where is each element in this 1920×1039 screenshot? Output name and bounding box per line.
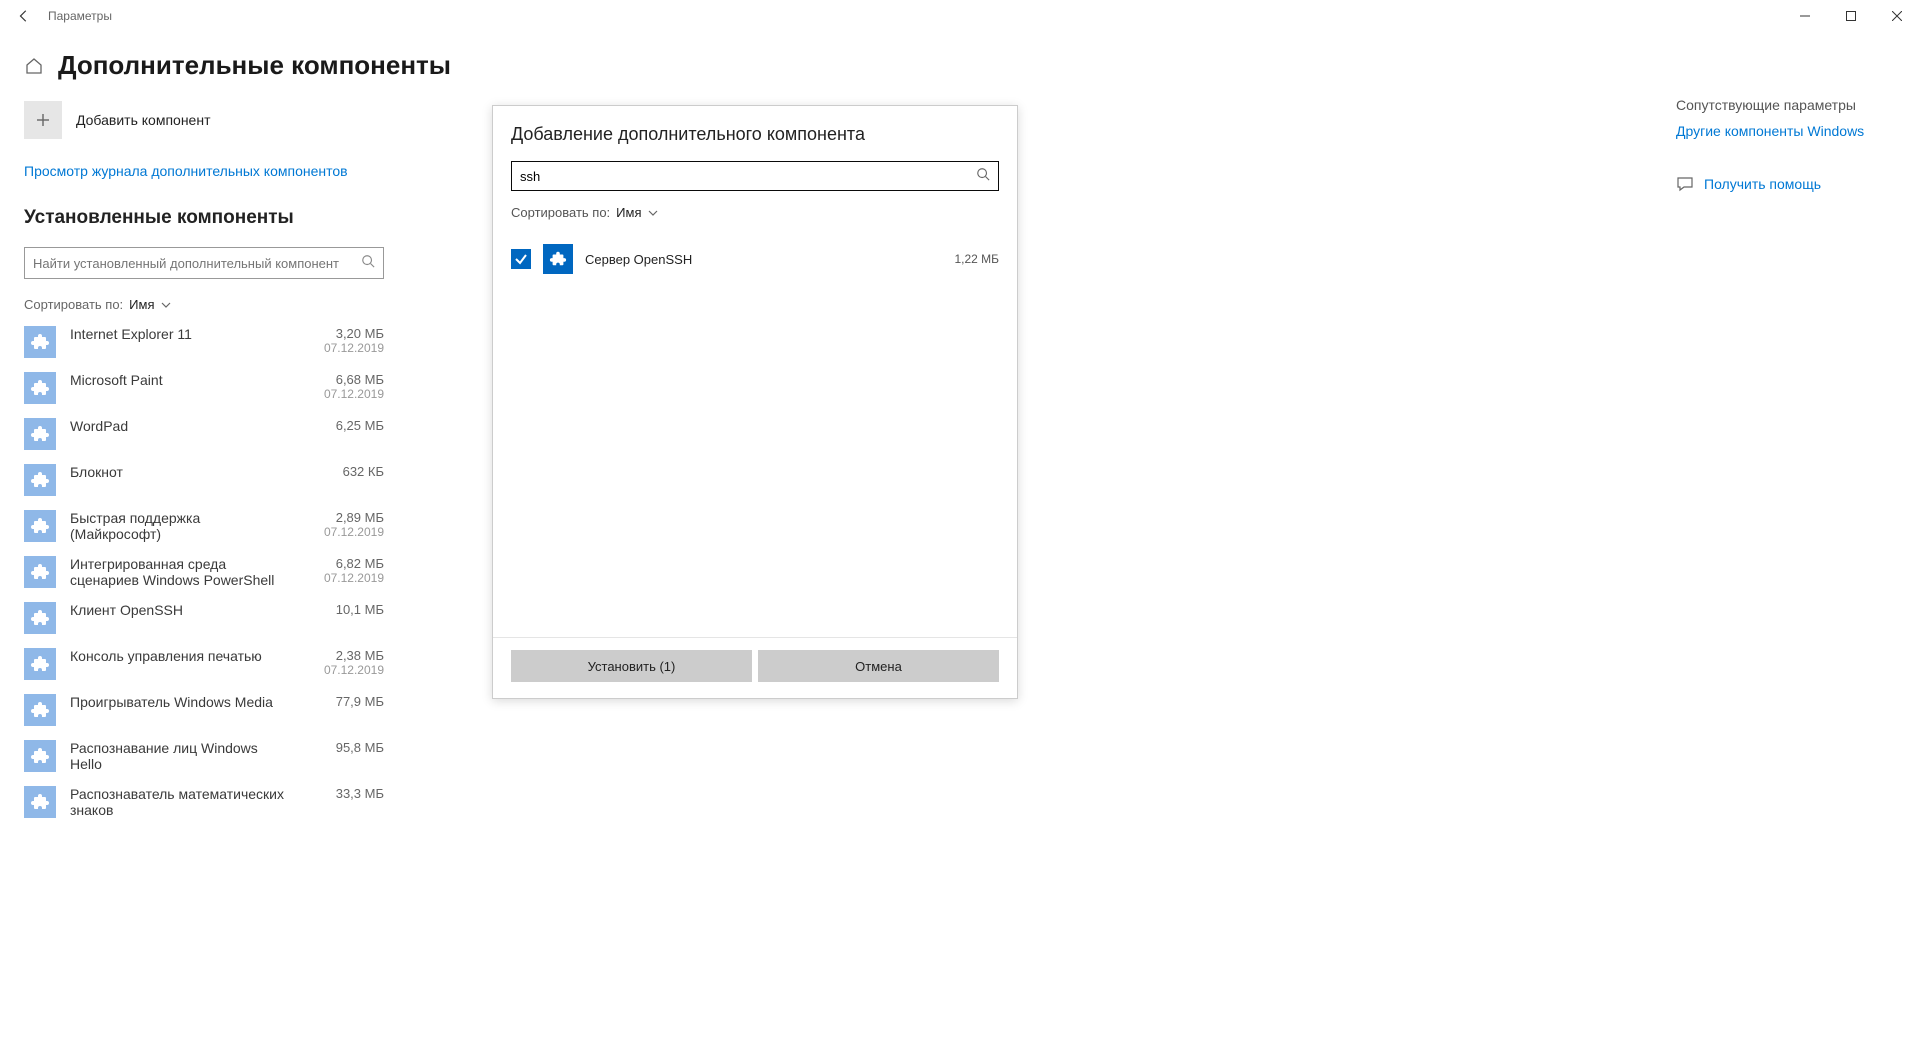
add-feature-dialog: Добавление дополнительного компонента Со… (492, 105, 1018, 699)
sort-label: Сортировать по: (511, 205, 610, 220)
dialog-item[interactable]: Сервер OpenSSH 1,22 МБ (511, 238, 999, 280)
dialog-overlay: Добавление дополнительного компонента Со… (0, 0, 1920, 1039)
dialog-title: Добавление дополнительного компонента (511, 124, 999, 145)
dialog-search[interactable] (511, 161, 999, 191)
dialog-list: Сервер OpenSSH 1,22 МБ (493, 230, 1017, 637)
search-icon (976, 167, 990, 186)
dialog-item-size: 1,22 МБ (954, 252, 999, 266)
sort-value: Имя (616, 205, 641, 220)
feature-icon (543, 244, 573, 274)
dialog-item-name: Сервер OpenSSH (585, 252, 942, 267)
install-button[interactable]: Установить (1) (511, 650, 752, 682)
dialog-search-input[interactable] (520, 169, 976, 184)
dialog-sort[interactable]: Сортировать по: Имя (511, 205, 999, 220)
cancel-button[interactable]: Отмена (758, 650, 999, 682)
checkbox[interactable] (511, 249, 531, 269)
chevron-down-icon (648, 208, 658, 218)
